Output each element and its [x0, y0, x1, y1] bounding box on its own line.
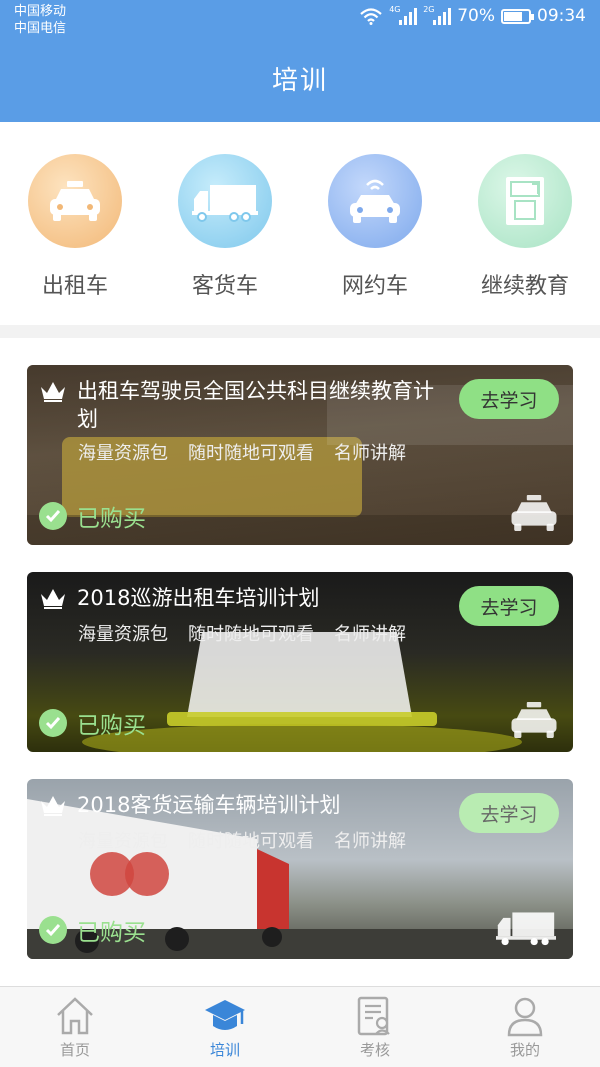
tab-mine[interactable]: 我的	[450, 993, 600, 1060]
battery-icon	[501, 8, 534, 24]
online-car-icon	[350, 179, 400, 223]
purchased-label: 已购买	[77, 713, 146, 739]
category-circle	[28, 154, 122, 248]
course-tag: 随时随地可观看	[188, 443, 314, 464]
tab-label: 我的	[509, 1041, 540, 1059]
crown-icon	[41, 796, 65, 816]
check-circle-icon	[39, 502, 67, 530]
category-grid: 出租车 客货车 网约车 继续教育	[0, 122, 600, 325]
carrier-1: 中国移动	[14, 4, 67, 19]
carrier-2: 中国电信	[14, 21, 67, 36]
course-title: 出租车驾驶员全国公共科目继续教育计划	[77, 379, 434, 431]
signal-2-icon: 2G	[423, 5, 452, 25]
course-title: 2018客货运输车辆培训计划	[77, 793, 341, 817]
check-circle-icon	[39, 709, 67, 737]
status-bar: 中国移动 中国电信 4G 2G 70% 09:34	[0, 0, 600, 42]
go-study-button[interactable]: 去学习	[459, 379, 559, 419]
taxi-icon	[50, 181, 100, 221]
course-card[interactable]: 2018巡游出租车培训计划 海量资源包 随时随地可观看 名师讲解 去学习 已购买	[27, 572, 573, 752]
go-study-button[interactable]: 去学习	[459, 793, 559, 833]
top-bar: 中国移动 中国电信 4G 2G 70% 09:34 培训	[0, 0, 600, 122]
crown-icon	[41, 589, 65, 609]
tab-training[interactable]: 培训	[150, 993, 300, 1060]
category-taxi[interactable]: 出租车	[0, 154, 150, 300]
category-label: 出租车	[41, 274, 108, 299]
wifi-icon	[360, 8, 382, 25]
taxi-icon	[511, 495, 557, 531]
battery-percent: 70%	[457, 6, 495, 26]
course-tag: 海量资源包	[78, 443, 168, 464]
purchased-status: 已购买	[39, 913, 146, 947]
category-label: 继续教育	[480, 274, 569, 299]
purchased-status: 已购买	[39, 706, 146, 740]
course-tag: 随时随地可观看	[188, 624, 314, 645]
category-circle	[328, 154, 422, 248]
purchased-status: 已购买	[39, 499, 146, 533]
course-tags: 海量资源包 随时随地可观看 名师讲解	[78, 827, 406, 853]
signal-1-icon: 4G	[389, 5, 418, 25]
course-card[interactable]: 2018客货运输车辆培训计划 海量资源包 随时随地可观看 名师讲解 去学习 已购…	[27, 779, 573, 959]
carrier-info: 中国移动 中国电信	[14, 3, 66, 37]
course-card[interactable]: 出租车驾驶员全国公共科目继续教育计划 海量资源包 随时随地可观看 名师讲解 去学…	[27, 365, 573, 545]
taxi-icon	[511, 702, 557, 738]
course-tag: 随时随地可观看	[188, 831, 314, 852]
bottom-tab-bar: 首页 培训 考核 我的	[0, 986, 600, 1067]
tab-home[interactable]: 首页	[0, 993, 150, 1060]
course-tag: 名师讲解	[334, 443, 406, 464]
category-label: 客货车	[191, 274, 258, 299]
tab-label: 首页	[59, 1041, 90, 1059]
tab-exam[interactable]: 考核	[300, 993, 450, 1060]
tab-label: 培训	[209, 1041, 240, 1059]
purchased-label: 已购买	[77, 920, 146, 946]
course-tags: 海量资源包 随时随地可观看 名师讲解	[78, 439, 406, 465]
course-tag: 海量资源包	[78, 831, 168, 852]
course-tags: 海量资源包 随时随地可观看 名师讲解	[78, 620, 406, 646]
category-online-car[interactable]: 网约车	[300, 154, 450, 300]
education-book-icon	[506, 177, 544, 225]
category-education[interactable]: 继续教育	[450, 154, 600, 300]
course-list: 出租车驾驶员全国公共科目继续教育计划 海量资源包 随时随地可观看 名师讲解 去学…	[0, 338, 600, 986]
status-right: 4G 2G 70% 09:34	[359, 5, 586, 26]
truck-icon	[192, 185, 258, 222]
home-icon	[57, 997, 93, 1035]
category-circle	[178, 154, 272, 248]
course-title-row: 出租车驾驶员全国公共科目继续教育计划	[39, 377, 453, 433]
course-tag: 海量资源包	[78, 624, 168, 645]
check-circle-icon	[39, 916, 67, 944]
crown-icon	[41, 382, 65, 402]
network-type-2: 2G	[423, 5, 435, 14]
course-tag: 名师讲解	[334, 831, 406, 852]
course-title-row: 2018客货运输车辆培训计划	[39, 791, 453, 819]
graduation-cap-icon	[205, 1000, 245, 1030]
purchased-label: 已购买	[77, 506, 146, 532]
category-truck[interactable]: 客货车	[150, 154, 300, 300]
course-title-row: 2018巡游出租车培训计划	[39, 584, 453, 612]
category-label: 网约车	[341, 274, 408, 299]
page-title: 培训	[271, 66, 328, 96]
user-icon	[507, 997, 543, 1037]
network-type-1: 4G	[389, 5, 401, 14]
course-title: 2018巡游出租车培训计划	[77, 586, 320, 610]
exam-document-icon	[357, 996, 390, 1036]
course-tag: 名师讲解	[334, 624, 406, 645]
go-study-button[interactable]: 去学习	[459, 586, 559, 626]
category-circle	[478, 154, 572, 248]
truck-icon	[496, 912, 556, 946]
clock: 09:34	[537, 6, 586, 26]
tab-label: 考核	[359, 1041, 390, 1059]
